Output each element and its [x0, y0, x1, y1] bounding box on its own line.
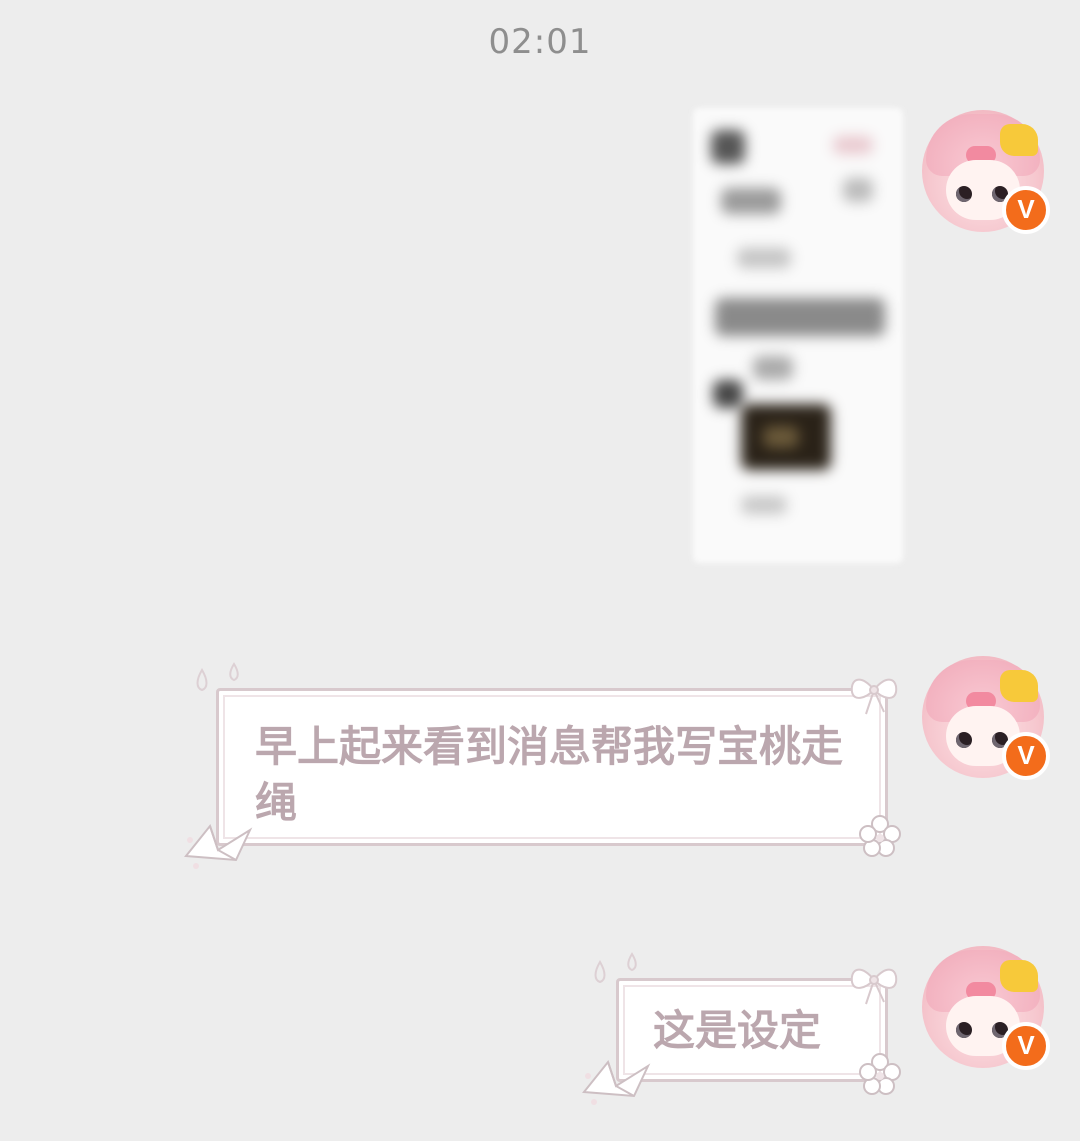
verified-badge: V	[1002, 186, 1050, 234]
avatar-eye-left	[956, 732, 972, 748]
paper-crane-icon	[184, 823, 253, 869]
message-text: 早上起来看到消息帮我写宝桃走绳	[255, 722, 844, 827]
flower-icon	[859, 1053, 901, 1095]
cheese-icon	[1000, 124, 1038, 156]
bow-icon	[850, 968, 898, 1005]
user-avatar[interactable]: V	[922, 656, 1050, 780]
avatar-eye-left	[956, 1022, 972, 1038]
paper-crane-icon	[582, 1059, 651, 1105]
cheese-icon	[1000, 670, 1038, 702]
text-message-bubble[interactable]: 早上起来看到消息帮我写宝桃走绳	[216, 688, 888, 846]
flower-icon	[859, 815, 901, 857]
image-message[interactable]	[693, 108, 903, 563]
avatar-eye-left	[956, 186, 972, 202]
user-avatar[interactable]: V	[922, 946, 1050, 1070]
message-text: 这是设定	[653, 1006, 822, 1055]
verified-badge: V	[1002, 732, 1050, 780]
verified-badge: V	[1002, 1022, 1050, 1070]
cheese-icon	[1000, 960, 1038, 992]
message-timestamp: 02:01	[488, 22, 592, 62]
user-avatar[interactable]: V	[922, 110, 1050, 234]
bow-icon	[850, 678, 898, 715]
